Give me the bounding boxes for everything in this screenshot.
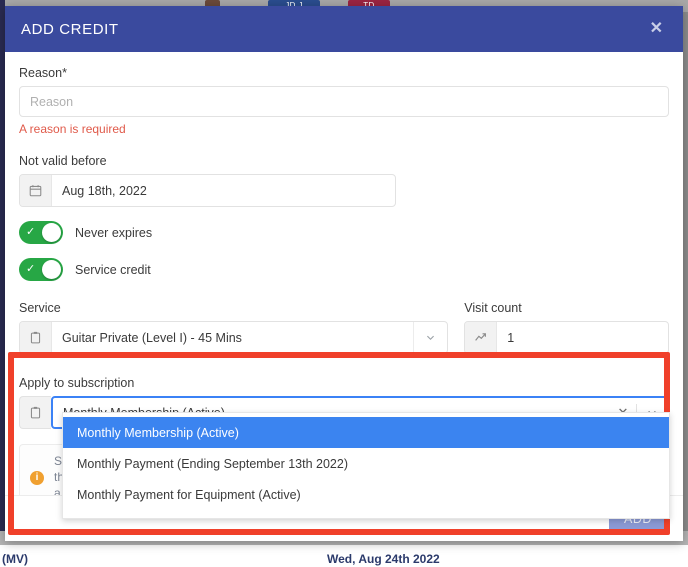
close-icon[interactable]: ✕ bbox=[646, 21, 667, 37]
reason-field-wrap: Reason* A reason is required bbox=[19, 66, 669, 136]
service-select[interactable]: Guitar Private (Level I) - 45 Mins bbox=[19, 321, 449, 354]
modal-header: ADD CREDIT ✕ bbox=[5, 6, 683, 52]
modal-title: ADD CREDIT bbox=[21, 20, 119, 38]
toggle-knob bbox=[42, 223, 61, 242]
screen: JD J TD Wed, Aug 24th 2022 (MV) ADD CRED… bbox=[0, 0, 688, 567]
chevron-down-icon[interactable] bbox=[413, 322, 447, 353]
service-credit-toggle[interactable]: ✓ bbox=[19, 258, 63, 281]
apply-to-subscription-section: Apply to subscription Monthly Membership… bbox=[19, 376, 670, 526]
reason-error-text: A reason is required bbox=[19, 122, 126, 136]
visit-count-field-wrap: Visit count 1 bbox=[464, 301, 669, 354]
modal-body: Reason* A reason is required Not valid b… bbox=[5, 52, 683, 541]
service-visit-row: Service Guitar Private (Level I) - 45 Mi… bbox=[19, 301, 669, 354]
date-input-group[interactable]: Aug 18th, 2022 bbox=[19, 174, 396, 207]
service-field-wrap: Service Guitar Private (Level I) - 45 Mi… bbox=[19, 301, 449, 354]
check-icon: ✓ bbox=[26, 263, 36, 275]
service-credit-label: Service credit bbox=[75, 262, 151, 277]
reason-label: Reason* bbox=[19, 66, 67, 80]
add-credit-modal: ADD CREDIT ✕ Reason* A reason is require… bbox=[5, 6, 683, 541]
not-valid-before-label: Not valid before bbox=[19, 154, 107, 168]
visit-count-value[interactable]: 1 bbox=[497, 322, 668, 353]
apply-to-subscription-label: Apply to subscription bbox=[19, 376, 135, 390]
dropdown-option[interactable]: Monthly Membership (Active) bbox=[63, 417, 669, 448]
toggle-knob bbox=[42, 260, 61, 279]
dropdown-option[interactable]: Monthly Payment (Ending September 13th 2… bbox=[63, 448, 669, 479]
never-expires-toggle[interactable]: ✓ bbox=[19, 221, 63, 244]
clipboard-icon bbox=[19, 396, 51, 429]
background-left-text: (MV) bbox=[2, 552, 28, 566]
visit-count-label: Visit count bbox=[464, 301, 522, 315]
service-label: Service bbox=[19, 301, 61, 315]
trending-up-icon bbox=[465, 322, 498, 353]
clipboard-icon bbox=[20, 322, 52, 353]
not-valid-before-wrap: Not valid before Aug 18th, 2022 bbox=[19, 154, 669, 207]
service-credit-row[interactable]: ✓ Service credit bbox=[19, 258, 669, 281]
background-date-text: Wed, Aug 24th 2022 bbox=[327, 552, 440, 566]
calendar-icon bbox=[20, 175, 52, 206]
never-expires-label: Never expires bbox=[75, 225, 153, 240]
subscription-dropdown-menu[interactable]: Monthly Membership (Active) Monthly Paym… bbox=[62, 412, 670, 519]
date-value[interactable]: Aug 18th, 2022 bbox=[52, 175, 395, 206]
never-expires-row[interactable]: ✓ Never expires bbox=[19, 221, 669, 244]
service-value: Guitar Private (Level I) - 45 Mins bbox=[62, 330, 242, 345]
check-icon: ✓ bbox=[26, 226, 36, 238]
reason-input[interactable] bbox=[19, 86, 669, 117]
visit-count-input-group[interactable]: 1 bbox=[464, 321, 669, 354]
dropdown-option[interactable]: Monthly Payment for Equipment (Active) bbox=[63, 479, 669, 510]
info-icon: i bbox=[30, 471, 44, 485]
